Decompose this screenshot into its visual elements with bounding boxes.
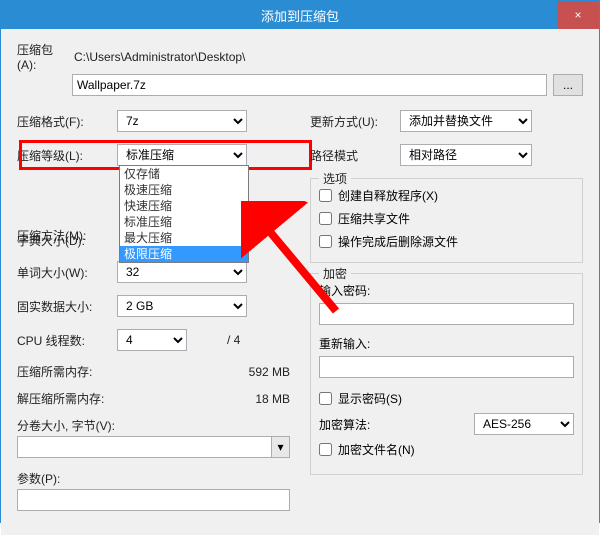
encrypt-title: 加密	[319, 265, 351, 282]
encrypt-group: 加密 输入密码: 重新输入: 显示密码(S) 加密算法: AES-256	[310, 273, 583, 475]
mem-comp-value: 592 MB	[230, 365, 290, 379]
format-label: 压缩格式(F):	[17, 113, 117, 130]
cpu-total: / 4	[227, 333, 240, 347]
level-option[interactable]: 最大压缩	[120, 230, 248, 246]
cpu-row: CPU 线程数: 4 / 4	[17, 329, 290, 351]
solid-row: 固实数据大小: 2 GB	[17, 295, 290, 317]
level-select[interactable]: 标准压缩	[117, 144, 247, 166]
params-row: 参数(P):	[17, 470, 290, 487]
share-row: 压缩共享文件	[319, 210, 574, 227]
word-row: 单词大小(W): 32	[17, 261, 290, 283]
share-label: 压缩共享文件	[338, 210, 410, 227]
mem-decomp-value: 18 MB	[230, 392, 290, 406]
delete-row: 操作完成后删除源文件	[319, 233, 574, 250]
close-icon: ×	[574, 8, 581, 22]
format-select[interactable]: 7z	[117, 110, 247, 132]
pathmode-select[interactable]: 相对路径	[400, 144, 532, 166]
window-title: 添加到压缩包	[261, 6, 339, 25]
params-input[interactable]	[17, 489, 290, 511]
options-group: 选项 创建自释放程序(X) 压缩共享文件 操作完成后删除源文件	[310, 178, 583, 263]
cpu-select[interactable]: 4	[117, 329, 187, 351]
update-row: 更新方式(U): 添加并替换文件	[310, 110, 583, 132]
pwd2-label: 重新输入:	[319, 335, 574, 352]
left-column: 压缩格式(F): 7z 压缩等级(L): 标准压缩 仅存储 极速压缩 快速压缩	[17, 110, 290, 523]
encnames-row: 加密文件名(N)	[319, 441, 574, 458]
solid-select[interactable]: 2 GB	[117, 295, 247, 317]
showpwd-checkbox[interactable]	[319, 392, 332, 405]
titlebar: 添加到压缩包 ×	[1, 1, 599, 29]
sfx-label: 创建自释放程序(X)	[338, 187, 438, 204]
cpu-label: CPU 线程数:	[17, 332, 117, 349]
sfx-row: 创建自释放程序(X)	[319, 187, 574, 204]
pwd-input[interactable]	[319, 303, 574, 325]
solid-label: 固实数据大小:	[17, 298, 117, 315]
mem-decomp-row: 解压缩所需内存: 18 MB	[17, 390, 290, 407]
archive-filename-input[interactable]	[72, 74, 547, 96]
level-option[interactable]: 标准压缩	[120, 214, 248, 230]
pwd2-input[interactable]	[319, 356, 574, 378]
sfx-checkbox[interactable]	[319, 189, 332, 202]
split-input[interactable]	[17, 436, 272, 458]
level-option[interactable]: 极速压缩	[120, 182, 248, 198]
level-row: 压缩等级(L): 标准压缩 仅存储 极速压缩 快速压缩 标准压缩 最大压缩 极限…	[17, 144, 290, 166]
ellipsis-icon: ...	[563, 78, 573, 92]
archive-input-row: ...	[72, 74, 583, 96]
chevron-down-icon[interactable]: ▾	[272, 436, 290, 458]
encnames-checkbox[interactable]	[319, 443, 332, 456]
algo-row: 加密算法: AES-256	[319, 413, 574, 435]
split-row: 分卷大小, 字节(V):	[17, 417, 290, 434]
pwd-label: 输入密码:	[319, 282, 574, 299]
delete-label: 操作完成后删除源文件	[338, 233, 458, 250]
algo-label: 加密算法:	[319, 416, 474, 433]
level-option-selected[interactable]: 极限压缩	[120, 246, 248, 262]
showpwd-label: 显示密码(S)	[338, 390, 402, 407]
level-option[interactable]: 仅存储	[120, 166, 248, 182]
encnames-label: 加密文件名(N)	[338, 441, 415, 458]
params-input-row	[17, 489, 290, 511]
mem-comp-label: 压缩所需内存:	[17, 363, 230, 380]
format-row: 压缩格式(F): 7z	[17, 110, 290, 132]
update-select[interactable]: 添加并替换文件	[400, 110, 532, 132]
word-select[interactable]: 32	[117, 261, 247, 283]
algo-select[interactable]: AES-256	[474, 413, 574, 435]
showpwd-row: 显示密码(S)	[319, 390, 574, 407]
dialog-window: 添加到压缩包 × 压缩包(A): C:\Users\Administrator\…	[0, 0, 600, 523]
mem-comp-row: 压缩所需内存: 592 MB	[17, 363, 290, 380]
archive-path: C:\Users\Administrator\Desktop\	[74, 50, 245, 64]
options-title: 选项	[319, 170, 351, 187]
columns: 压缩格式(F): 7z 压缩等级(L): 标准压缩 仅存储 极速压缩 快速压缩	[17, 110, 583, 523]
word-label: 单词大小(W):	[17, 264, 117, 281]
update-label: 更新方式(U):	[310, 113, 400, 130]
split-input-row: ▾	[17, 436, 290, 458]
level-dropdown[interactable]: 仅存储 极速压缩 快速压缩 标准压缩 最大压缩 极限压缩	[119, 165, 249, 263]
share-checkbox[interactable]	[319, 212, 332, 225]
archive-label-row: 压缩包(A): C:\Users\Administrator\Desktop\	[17, 41, 583, 72]
browse-button[interactable]: ...	[553, 74, 583, 96]
mem-decomp-label: 解压缩所需内存:	[17, 390, 230, 407]
content-area: 压缩包(A): C:\Users\Administrator\Desktop\ …	[1, 29, 599, 535]
dict-label: 字典大小(D):	[17, 232, 117, 249]
level-option[interactable]: 快速压缩	[120, 198, 248, 214]
pathmode-row: 路径模式 相对路径	[310, 144, 583, 166]
level-label: 压缩等级(L):	[17, 147, 117, 164]
params-label: 参数(P):	[17, 470, 60, 487]
pathmode-label: 路径模式	[310, 147, 400, 164]
archive-label: 压缩包(A):	[17, 41, 72, 72]
close-button[interactable]: ×	[557, 1, 599, 29]
delete-checkbox[interactable]	[319, 235, 332, 248]
split-label: 分卷大小, 字节(V):	[17, 417, 115, 434]
right-column: 更新方式(U): 添加并替换文件 路径模式 相对路径 选项 创建自释放程序(	[310, 110, 583, 523]
